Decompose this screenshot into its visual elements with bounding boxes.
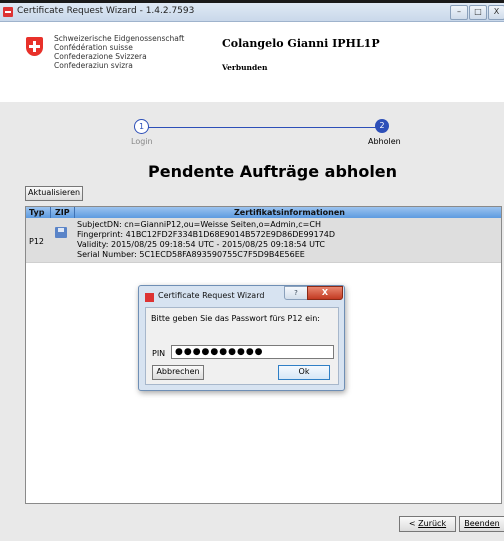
pin-input[interactable]: ●●●●●●●●●● bbox=[171, 345, 334, 359]
back-button[interactable]: < Zurück bbox=[399, 516, 456, 532]
column-divider bbox=[50, 207, 51, 218]
column-header-certificate-info[interactable]: Zertifikatsinformationen bbox=[234, 207, 345, 218]
close-button[interactable]: X bbox=[488, 5, 504, 20]
pin-label: PIN bbox=[152, 349, 166, 358]
table-header: Typ ZIP Zertifikatsinformationen bbox=[26, 207, 501, 218]
dialog-body: Bitte geben Sie das Passwort fürs P12 ei… bbox=[145, 307, 339, 385]
ok-button[interactable]: Ok bbox=[278, 365, 330, 380]
dialog-close-button[interactable]: X bbox=[307, 286, 343, 300]
maximize-button[interactable]: □ bbox=[469, 5, 487, 20]
cell-type: P12 bbox=[29, 237, 45, 246]
dialog-title: Certificate Request Wizard bbox=[158, 291, 265, 300]
step-2-label: Abholen bbox=[368, 137, 401, 146]
column-header-type[interactable]: Typ bbox=[29, 207, 44, 218]
password-dialog: Certificate Request Wizard ? X Bitte geb… bbox=[138, 285, 345, 391]
column-divider bbox=[74, 207, 75, 218]
header: Schweizerische Eidgenossenschaft Confédé… bbox=[0, 22, 504, 102]
finish-button[interactable]: Beenden bbox=[459, 516, 504, 532]
step-1-label: Login bbox=[131, 137, 153, 146]
info-subject-dn: SubjectDN: cn=GianniP12,ou=Weisse Seiten… bbox=[77, 220, 321, 229]
help-button[interactable]: ? bbox=[284, 286, 308, 300]
dialog-message: Bitte geben Sie das Passwort fürs P12 ei… bbox=[151, 314, 320, 323]
federation-line-2: Confédération suisse bbox=[54, 43, 133, 52]
back-button-label: Zurück bbox=[418, 519, 447, 528]
column-header-zip[interactable]: ZIP bbox=[55, 207, 70, 218]
cancel-button[interactable]: Abbrechen bbox=[152, 365, 204, 380]
stepper-line bbox=[148, 127, 378, 128]
table-row[interactable]: P12 SubjectDN: cn=GianniP12,ou=Weisse Se… bbox=[26, 218, 501, 263]
swiss-cross-horizontal bbox=[29, 45, 40, 48]
connection-status: Verbunden bbox=[222, 63, 268, 72]
back-arrow: < bbox=[408, 519, 419, 528]
step-1-indicator: 1 bbox=[134, 119, 149, 134]
user-name: Colangelo Gianni IPHL1P bbox=[222, 37, 380, 50]
step-2-indicator: 2 bbox=[375, 119, 389, 133]
federation-line-1: Schweizerische Eidgenossenschaft bbox=[54, 34, 185, 43]
minimize-button[interactable]: – bbox=[450, 5, 468, 20]
finish-button-label: Beenden bbox=[464, 519, 500, 528]
app-icon bbox=[145, 293, 154, 302]
window-title: Certificate Request Wizard - 1.4.2.7593 bbox=[17, 6, 195, 16]
refresh-button[interactable]: Aktualisieren bbox=[25, 186, 84, 201]
page-title: Pendente Aufträge abholen bbox=[148, 162, 398, 181]
info-serial-number: Serial Number: 5C1ECD58FA893590755C7F5D9… bbox=[77, 250, 305, 259]
title-bar[interactable]: Certificate Request Wizard - 1.4.2.7593 … bbox=[0, 3, 504, 22]
app-icon bbox=[3, 7, 13, 17]
federation-line-3: Confederazione Svizzera bbox=[54, 52, 147, 61]
disk-icon bbox=[55, 227, 67, 238]
info-fingerprint: Fingerprint: 41BC12FD2F334B1D68E9014B572… bbox=[77, 230, 336, 239]
info-validity: Validity: 2015/08/25 09:18:54 UTC - 2015… bbox=[77, 240, 325, 249]
federation-line-4: Confederaziun svizra bbox=[54, 61, 133, 70]
